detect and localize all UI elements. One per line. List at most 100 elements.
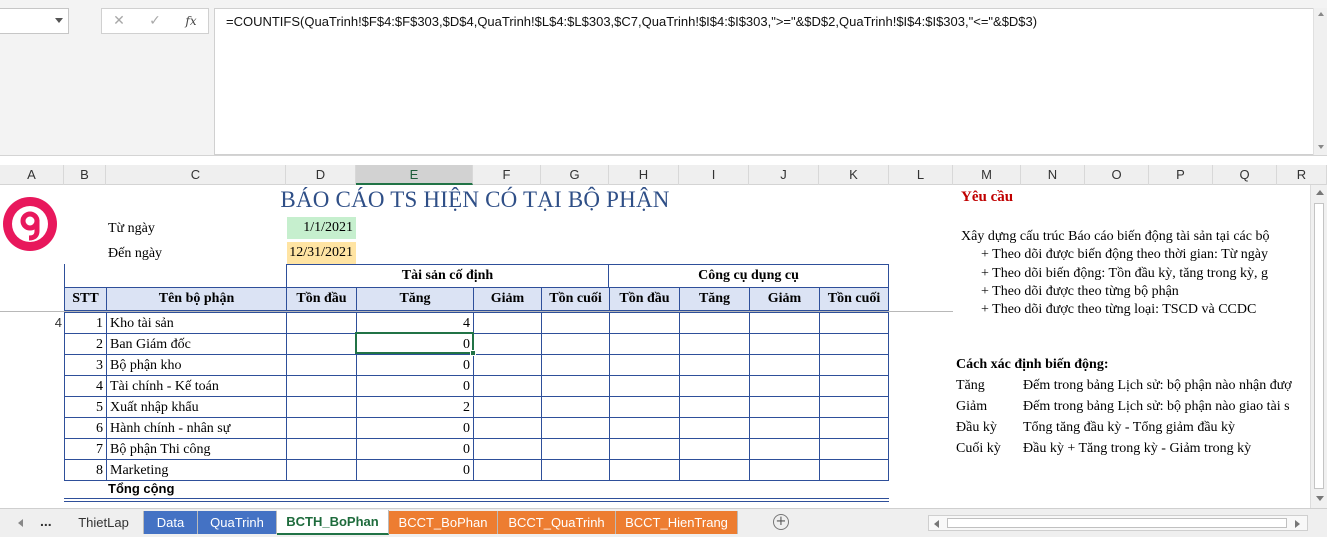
column-header-selected[interactable]: E (356, 165, 473, 185)
vertical-scroll-thumb[interactable] (1314, 203, 1324, 489)
scroll-left-icon[interactable] (934, 520, 939, 528)
cell-cc-dec[interactable] (749, 354, 820, 376)
plus-circle-icon[interactable]: + (773, 514, 789, 530)
cell-stt[interactable]: 7 (64, 438, 107, 460)
cell-dept[interactable]: Bộ phận kho (106, 354, 287, 376)
cell-cc-open[interactable] (609, 354, 680, 376)
group-header-fixed-assets[interactable]: Tài sản cố định (286, 264, 609, 288)
column-header[interactable]: L (889, 165, 953, 185)
cell-cc-close[interactable] (819, 396, 889, 418)
cell-cc-open[interactable] (609, 375, 680, 397)
scroll-down-icon[interactable] (1318, 145, 1324, 149)
cell-ts-inc[interactable]: 0 (356, 438, 474, 460)
cell-stt[interactable]: 5 (64, 396, 107, 418)
cell-ts-inc[interactable]: 0 (356, 375, 474, 397)
worksheet[interactable]: 4 BÁO CÁO TS HIỆN CÓ TẠI BỘ PHẬN Từ ngày… (0, 185, 1310, 508)
cell-cc-close[interactable] (819, 333, 889, 355)
cell-cc-open[interactable] (609, 333, 680, 355)
cell-dept[interactable]: Kho tài sản (106, 312, 287, 334)
cell-ts-dec[interactable] (473, 375, 542, 397)
scroll-down-icon[interactable] (1316, 496, 1324, 501)
column-header[interactable]: J (749, 165, 819, 185)
cell-cc-open[interactable] (609, 438, 680, 460)
sheet-tab[interactable]: QuaTrinh (198, 511, 277, 534)
cell-cc-open[interactable] (609, 417, 680, 439)
group-header-tools[interactable]: Công cụ dụng cụ (608, 264, 889, 288)
formula-bar-scrollbar[interactable] (1313, 8, 1327, 155)
column-header[interactable]: N (1021, 165, 1085, 185)
cell-ts-dec[interactable] (473, 459, 542, 481)
cell-ts-dec[interactable] (473, 333, 542, 355)
cell-ts-close[interactable] (541, 333, 610, 355)
sheet-tab[interactable]: BCCT_HienTrang (616, 511, 738, 534)
active-cell-selection[interactable] (355, 332, 476, 356)
cell-ts-inc[interactable]: 0 (356, 417, 474, 439)
cell-ts-close[interactable] (541, 459, 610, 481)
from-date-cell[interactable]: 1/1/2021 (287, 217, 356, 239)
cell-cc-close[interactable] (819, 312, 889, 334)
vertical-scrollbar[interactable] (1310, 185, 1327, 508)
cell-ts-dec[interactable] (473, 396, 542, 418)
cell-ts-open[interactable] (286, 459, 357, 481)
cell-cc-close[interactable] (819, 417, 889, 439)
cell-dept[interactable]: Bộ phận Thi công (106, 438, 287, 460)
column-header[interactable]: R (1277, 165, 1327, 185)
chevron-down-icon[interactable] (55, 18, 63, 23)
scroll-right-icon[interactable] (1295, 520, 1300, 528)
cell-cc-inc[interactable] (679, 375, 750, 397)
cell-ts-dec[interactable] (473, 438, 542, 460)
column-header[interactable]: P (1149, 165, 1213, 185)
column-header[interactable]: B (64, 165, 106, 185)
header-cc-dec[interactable]: Giảm (749, 287, 820, 311)
column-header[interactable]: A (0, 165, 64, 185)
sheet-tab[interactable]: BCCT_BoPhan (389, 511, 498, 534)
cell-cc-open[interactable] (609, 459, 680, 481)
check-icon[interactable]: ✓ (144, 11, 166, 31)
column-header[interactable]: G (541, 165, 609, 185)
cell-cc-inc[interactable] (679, 417, 750, 439)
header-dept[interactable]: Tên bộ phận (106, 287, 287, 311)
column-header[interactable]: K (819, 165, 889, 185)
header-cc-open[interactable]: Tồn đầu (609, 287, 680, 311)
cell-stt[interactable]: 2 (64, 333, 107, 355)
cell-ts-open[interactable] (286, 417, 357, 439)
column-header[interactable]: C (106, 165, 286, 185)
column-header[interactable]: O (1085, 165, 1149, 185)
header-ts-inc[interactable]: Tăng (356, 287, 474, 311)
header-stt[interactable]: STT (64, 287, 107, 311)
sheet-tab[interactable]: Data (144, 511, 198, 534)
cell-ts-close[interactable] (541, 417, 610, 439)
cell-cc-inc[interactable] (679, 354, 750, 376)
cell-cc-inc[interactable] (679, 438, 750, 460)
close-icon[interactable]: ✕ (108, 11, 130, 31)
cell-cc-inc[interactable] (679, 459, 750, 481)
header-ts-open[interactable]: Tồn đầu (286, 287, 357, 311)
scroll-up-icon[interactable] (1316, 190, 1324, 195)
cell-stt[interactable]: 3 (64, 354, 107, 376)
function-icon[interactable]: fx (180, 11, 202, 31)
cell-cc-dec[interactable] (749, 396, 820, 418)
cell-ts-close[interactable] (541, 396, 610, 418)
formula-text[interactable]: =COUNTIFS(QuaTrinh!$F$4:$F$303,$D$4,QuaT… (226, 14, 1037, 29)
to-date-cell[interactable]: 12/31/2021 (287, 242, 356, 264)
horizontal-scroll-thumb[interactable] (947, 518, 1287, 528)
tab-more-button[interactable]: ... (40, 513, 52, 529)
cell-cc-dec[interactable] (749, 375, 820, 397)
column-header[interactable]: F (473, 165, 541, 185)
formula-input[interactable]: =COUNTIFS(QuaTrinh!$F$4:$F$303,$D$4,QuaT… (214, 8, 1327, 155)
cell-ts-close[interactable] (541, 438, 610, 460)
cell-ts-open[interactable] (286, 333, 357, 355)
cell-dept[interactable]: Hành chính - nhân sự (106, 417, 287, 439)
cell-ts-open[interactable] (286, 375, 357, 397)
scroll-up-icon[interactable] (1318, 12, 1324, 16)
row-header[interactable]: 4 (0, 315, 64, 330)
cell-ts-open[interactable] (286, 312, 357, 334)
cell-dept[interactable]: Ban Giám đốc (106, 333, 287, 355)
column-header[interactable]: D (286, 165, 356, 185)
cell-cc-close[interactable] (819, 354, 889, 376)
header-ts-dec[interactable]: Giảm (473, 287, 542, 311)
cell-dept[interactable]: Marketing (106, 459, 287, 481)
cell-cc-dec[interactable] (749, 312, 820, 334)
cell-cc-inc[interactable] (679, 396, 750, 418)
cell-cc-open[interactable] (609, 312, 680, 334)
